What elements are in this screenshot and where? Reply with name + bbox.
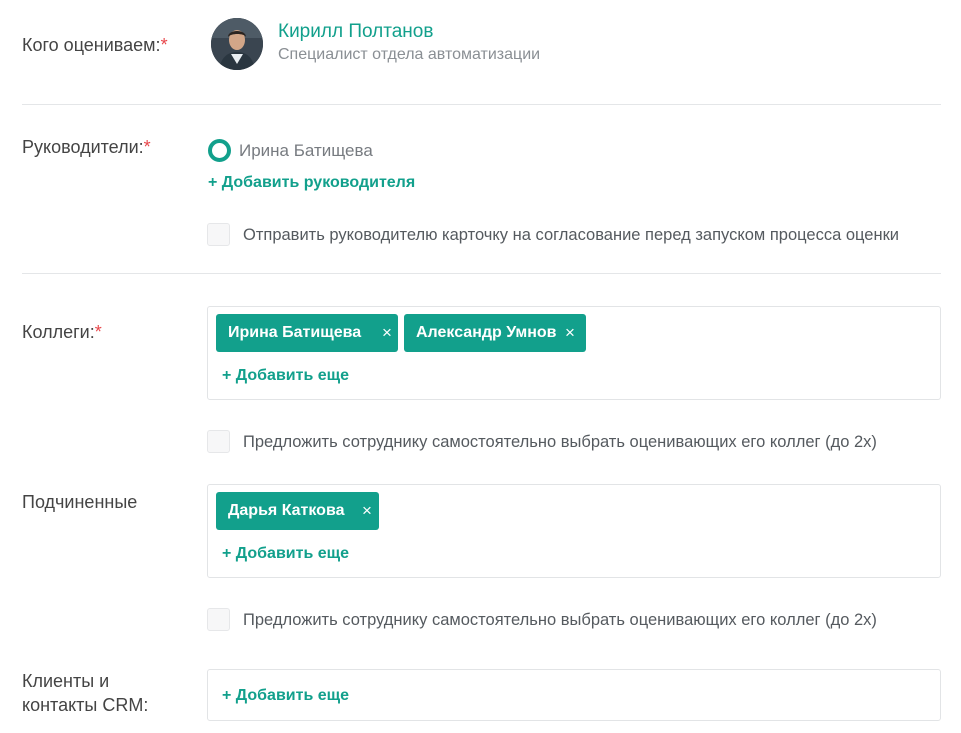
clients-label-line1: Клиенты и — [22, 671, 110, 691]
required-mark: * — [160, 35, 168, 55]
divider — [22, 104, 941, 105]
colleagues-self-select-label: Предложить сотруднику самостоятельно выб… — [243, 433, 877, 451]
colleagues-label-text: Коллеги: — [22, 322, 95, 342]
avatar — [211, 18, 263, 70]
manager-radio[interactable] — [208, 139, 231, 162]
plus-icon: + — [208, 174, 218, 191]
add-colleague-link[interactable]: + Добавить еще — [222, 366, 349, 386]
subordinates-label: Подчиненные — [22, 492, 138, 512]
subordinates-self-select-label: Предложить сотруднику самостоятельно выб… — [243, 611, 877, 629]
colleagues-label: Коллеги:* — [22, 320, 102, 344]
remove-tag-icon[interactable]: × — [559, 314, 581, 352]
avatar-photo — [211, 18, 263, 70]
add-client-link[interactable]: + Добавить еще — [222, 686, 349, 706]
add-manager-label: Добавить руководителя — [221, 174, 416, 191]
colleague-tag-label: Ирина Батищева — [228, 324, 362, 341]
add-subordinate-label: Добавить еще — [235, 545, 350, 562]
subordinate-tag-label: Дарья Каткова — [228, 502, 345, 519]
clients-label-line2: контакты CRM: — [22, 695, 149, 715]
manager-approval-checkbox[interactable] — [207, 223, 230, 246]
required-mark: * — [143, 137, 151, 157]
manager-radio-label: Ирина Батищева — [239, 141, 373, 160]
remove-tag-icon[interactable]: × — [376, 314, 398, 352]
add-colleague-label: Добавить еще — [235, 367, 350, 384]
subordinate-tag: Дарья Каткова × — [216, 492, 379, 530]
managers-label: Руководители:* — [22, 135, 151, 159]
divider — [22, 273, 941, 274]
add-subordinate-link[interactable]: + Добавить еще — [222, 544, 349, 564]
subordinates-select-box[interactable]: Дарья Каткова × + Добавить еще — [207, 484, 941, 578]
manager-approval-label: Отправить руководителю карточку на согла… — [243, 226, 900, 244]
plus-icon: + — [222, 545, 232, 562]
evaluatee-name[interactable]: Кирилл Полтанов — [278, 20, 433, 44]
add-manager-link[interactable]: + Добавить руководителя — [208, 173, 415, 193]
evaluatee-label-text: Кого оцениваем: — [22, 35, 161, 55]
evaluation-participants-form: Кого оцениваем:* Кирилл Полтанов Специал… — [0, 0, 961, 733]
colleagues-self-select-checkbox[interactable] — [207, 430, 230, 453]
evaluatee-role: Специалист отдела автоматизации — [278, 46, 541, 63]
evaluatee-label: Кого оцениваем:* — [22, 33, 168, 57]
plus-icon: + — [222, 687, 232, 704]
clients-label: Клиенты и контакты CRM: — [22, 669, 148, 717]
colleagues-select-box[interactable]: Ирина Батищева × Александр Умнов × + Доб… — [207, 306, 941, 400]
plus-icon: + — [222, 367, 232, 384]
colleague-tag-label: Александр Умнов — [416, 324, 557, 341]
managers-label-text: Руководители: — [22, 137, 144, 157]
clients-select-box[interactable]: + Добавить еще — [207, 669, 941, 721]
colleague-tag: Александр Умнов × — [404, 314, 586, 352]
add-client-label: Добавить еще — [235, 687, 350, 704]
remove-tag-icon[interactable]: × — [356, 492, 378, 530]
colleague-tag: Ирина Батищева × — [216, 314, 398, 352]
required-mark: * — [94, 322, 102, 342]
subordinates-self-select-checkbox[interactable] — [207, 608, 230, 631]
